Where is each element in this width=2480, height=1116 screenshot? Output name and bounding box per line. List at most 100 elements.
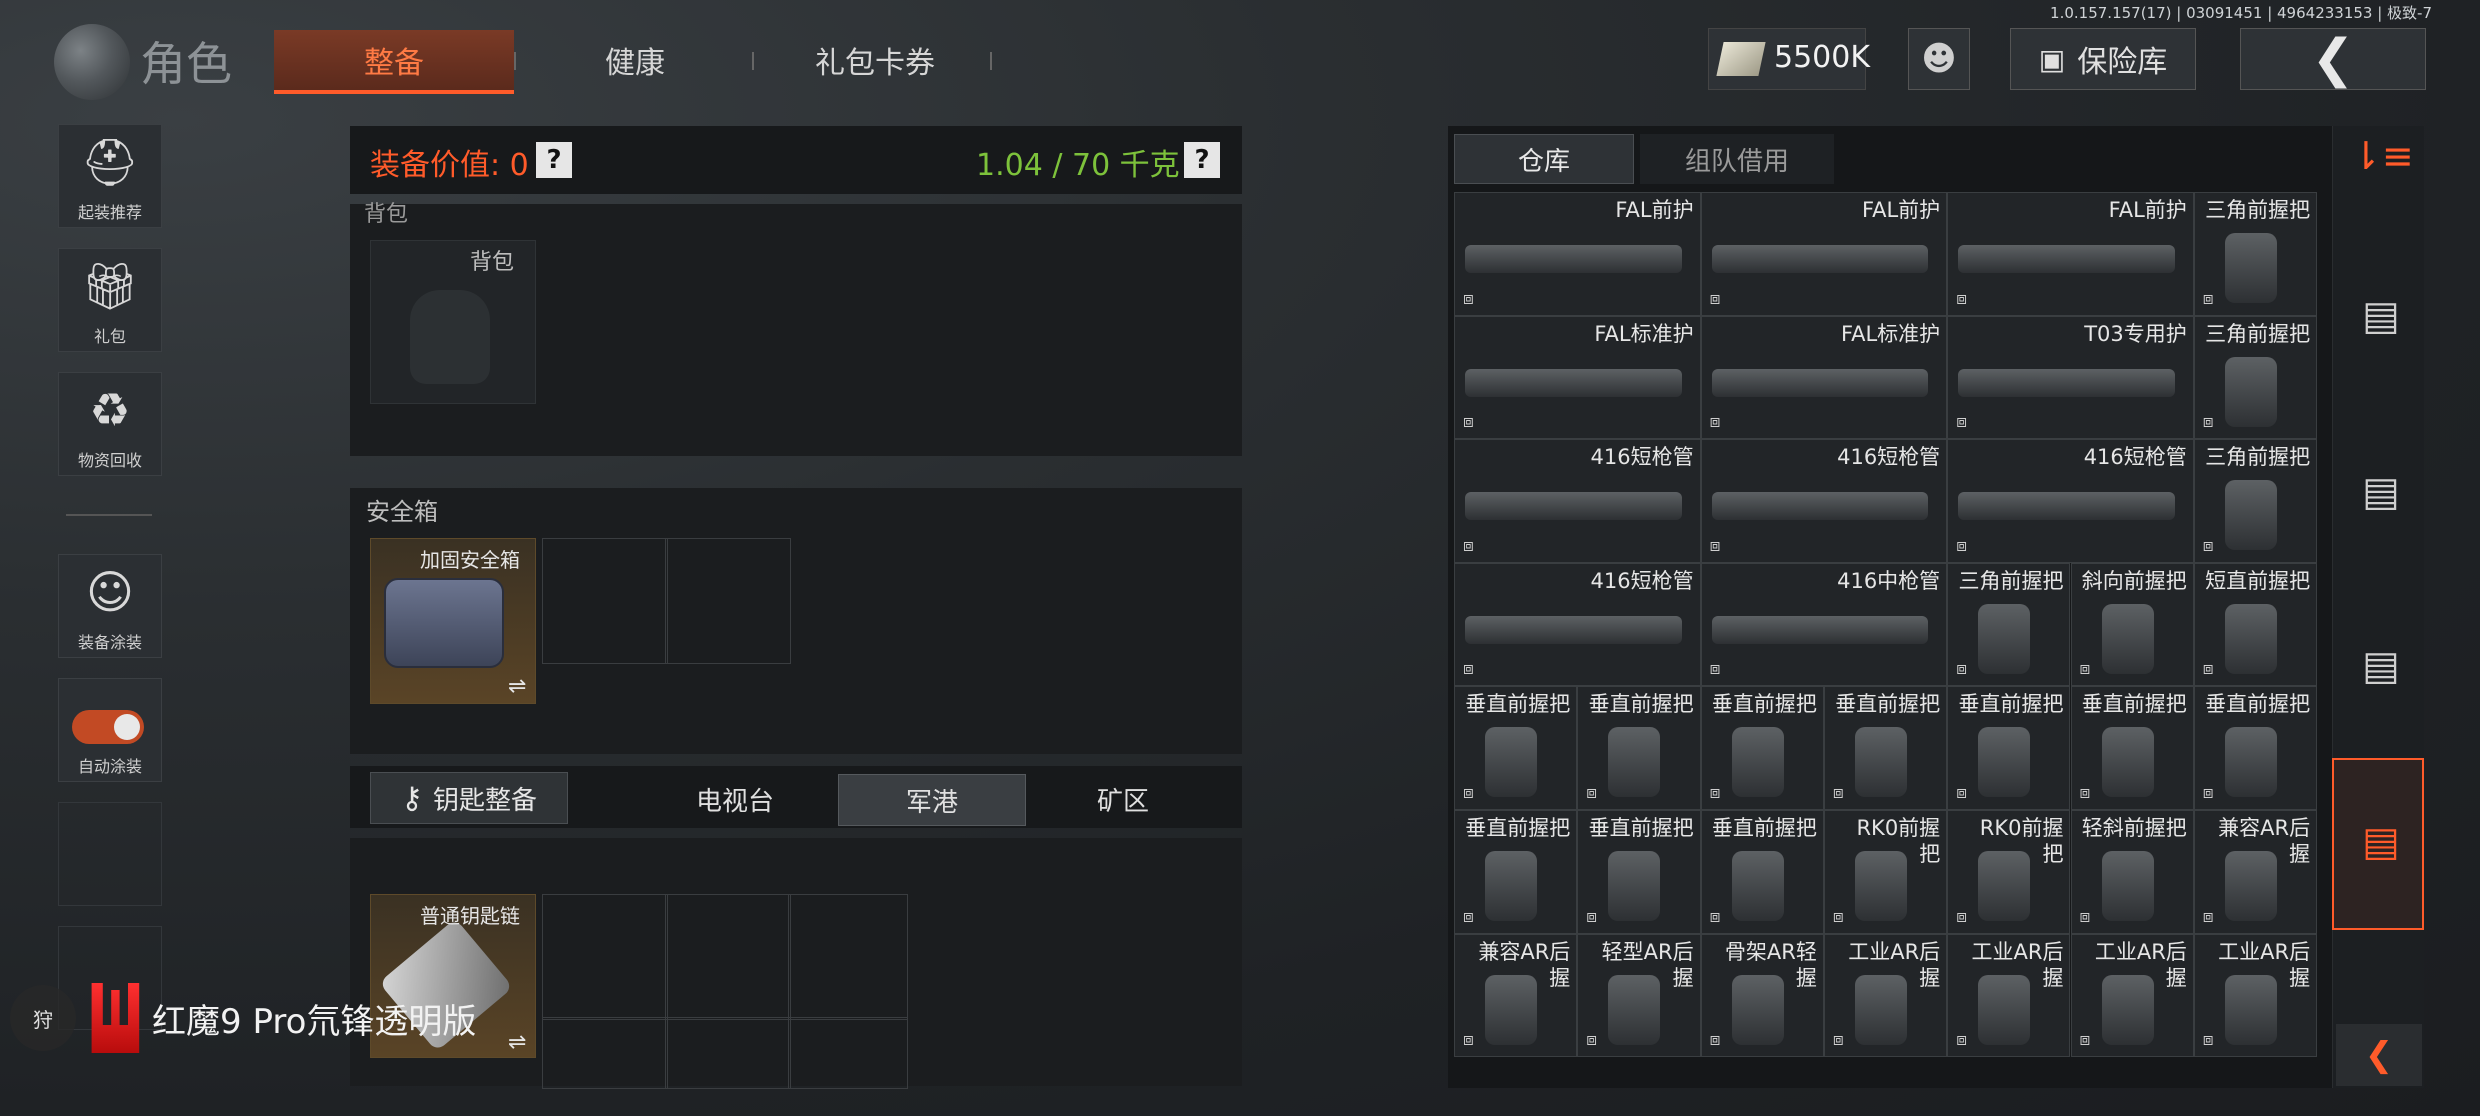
tab-team-borrow[interactable]: 组队借用 (1640, 134, 1834, 184)
rail-storage-1[interactable]: ▤ (2338, 232, 2424, 400)
item-box-icon: ⧈ (2202, 782, 2214, 803)
item-box-icon: ⧈ (1709, 659, 1721, 680)
item-name: T03专用护 (2084, 321, 2187, 346)
sidebar-item-gift[interactable]: 🎁︎ 礼包 (58, 248, 162, 352)
warehouse-item[interactable]: 垂直前握把 ⧈ (2070, 686, 2194, 810)
warehouse-item[interactable]: 416短枪管 ⧈ (1700, 439, 1948, 563)
warehouse-item[interactable]: 短直前握把 ⧈ (2193, 562, 2318, 687)
sidebar-empty-slot (58, 802, 162, 906)
tab-gift-coupons[interactable]: 礼包卡券 (760, 30, 990, 90)
help-icon[interactable]: ? (536, 142, 572, 178)
item-name: FAL前护 (1861, 198, 1941, 222)
warehouse-item[interactable]: FAL前护 ⧈ (1700, 192, 1948, 316)
swap-icon[interactable]: ⇌ (508, 674, 526, 699)
warehouse-item[interactable]: 兼容AR后 握 ⧈ (2193, 810, 2318, 934)
agent-button[interactable]: ☻ (1908, 28, 1970, 90)
warehouse-item[interactable]: 三角前握把 ⧈ (2193, 439, 2318, 563)
grid-cell[interactable] (542, 538, 668, 664)
item-box-icon: ⧈ (1463, 1030, 1474, 1051)
help-icon[interactable]: ? (1184, 142, 1220, 178)
warehouse-item[interactable]: 垂直前握把 ⧈ (1577, 686, 1701, 810)
rail-storage-4[interactable]: ▤ (2338, 758, 2424, 926)
tab-equipment[interactable]: 整备 (274, 30, 514, 94)
warehouse-item[interactable]: FAL标准护 ⧈ (1700, 315, 1948, 440)
back-button[interactable]: ❮ (2240, 28, 2426, 90)
rail-storage-3[interactable]: ▤ (2338, 582, 2424, 750)
warehouse-item[interactable]: FAL前护 ⧈ (1454, 192, 1701, 316)
item-box-icon: ⧈ (1463, 535, 1474, 556)
warehouse-item[interactable]: FAL标准护 ⧈ (1454, 315, 1701, 440)
warehouse-item[interactable]: 垂直前握把 ⧈ (2193, 686, 2318, 810)
item-box-icon: ⧈ (1956, 782, 1967, 803)
sidebar-item-equipment-paint[interactable]: ☺ 装备涂装 (58, 554, 162, 658)
tab-storage[interactable]: 仓库 (1454, 134, 1634, 184)
warehouse-item[interactable]: 轻型AR后 握 ⧈ (1577, 933, 1701, 1058)
warehouse-item[interactable]: 三角前握把 ⧈ (1947, 562, 2071, 687)
warehouse-item[interactable]: 工业AR后 握 ⧈ (1823, 933, 1948, 1058)
grid-cell[interactable] (665, 538, 791, 664)
grid-cell[interactable] (665, 894, 791, 1020)
warehouse-item[interactable]: RK0前握 把 ⧈ (1823, 810, 1948, 934)
warehouse-item[interactable]: T03专用护 ⧈ (1947, 315, 2194, 440)
item-box-icon: ⧈ (1956, 535, 1967, 556)
warehouse-item[interactable]: 416短枪管 ⧈ (1947, 439, 2194, 563)
item-name: 三角前握把 (1958, 568, 2064, 593)
warehouse-item[interactable]: FAL前护 ⧈ (1947, 192, 2194, 316)
crate-icon: ▤ (2362, 819, 2400, 865)
warehouse-item[interactable]: 轻斜前握把 ⧈ (2070, 810, 2194, 934)
grid-cell[interactable] (665, 1017, 791, 1089)
warehouse-item[interactable]: 垂直前握把 ⧈ (1947, 686, 2071, 810)
sidebar-item-loadout-recommend[interactable]: ⛑ 起装推荐 (58, 124, 162, 228)
key-loadout-label: 钥匙整备 (432, 785, 537, 816)
item-box-icon: ⧈ (1709, 1030, 1721, 1051)
sidebar-item-label: 自动涂装 (77, 757, 142, 776)
warehouse-item[interactable]: 垂直前握把 ⧈ (1700, 810, 1824, 934)
grid-cell[interactable] (542, 1017, 668, 1089)
collapse-button[interactable]: ❮ (2336, 1024, 2422, 1086)
warehouse-item[interactable]: 416中枪管 ⧈ (1700, 562, 1948, 687)
section-title: 安全箱 (366, 498, 438, 526)
warehouse-item[interactable]: 工业AR后 握 ⧈ (2193, 933, 2318, 1058)
item-image (1731, 851, 1784, 921)
grid-cell[interactable] (788, 894, 908, 1020)
warehouse-item[interactable]: 骨架AR轻 握 ⧈ (1700, 933, 1824, 1058)
item-image (1958, 368, 2175, 397)
vault-button[interactable]: ▣ 保险库 (2010, 28, 2196, 90)
warehouse-item[interactable]: 兼容AR后 握 ⧈ (1454, 933, 1578, 1058)
tab-health[interactable]: 健康 (520, 30, 750, 90)
grid-cell[interactable] (788, 1017, 908, 1089)
cash-icon (1716, 42, 1766, 76)
warehouse-item[interactable]: 垂直前握把 ⧈ (1823, 686, 1948, 810)
grid-cell[interactable] (542, 894, 668, 1020)
item-image (1465, 368, 1682, 397)
warehouse-item[interactable]: 垂直前握把 ⧈ (1454, 686, 1578, 810)
rail-storage-2[interactable]: ▤ (2338, 408, 2424, 576)
warehouse-item[interactable]: 垂直前握把 ⧈ (1577, 810, 1701, 934)
warehouse-item[interactable]: 三角前握把 ⧈ (2193, 192, 2318, 316)
chevron-left-icon: ❮ (2364, 1035, 2394, 1075)
item-box-icon: ⧈ (1709, 535, 1721, 556)
sort-icon[interactable]: ⇂≡ (2350, 134, 2414, 178)
warehouse-item[interactable]: 416短枪管 ⧈ (1454, 439, 1701, 563)
item-name: 416短枪管 (1590, 445, 1694, 470)
tab-divider (752, 52, 754, 70)
warehouse-item[interactable]: 斜向前握把 ⧈ (2070, 562, 2194, 687)
warehouse-item[interactable]: RK0前握 把 ⧈ (1947, 810, 2071, 934)
item-image (1978, 603, 2031, 674)
item-name: 三角前握把 (2205, 445, 2311, 470)
warehouse-item[interactable]: 工业AR后 握 ⧈ (2070, 933, 2194, 1058)
sidebar-item-recycle[interactable]: ♻ 物资回收 (58, 372, 162, 476)
swap-icon[interactable]: ⇌ (508, 1030, 526, 1055)
item-image (2224, 356, 2277, 427)
map-tab-mining[interactable]: 矿区 (1030, 774, 1216, 824)
warehouse-item[interactable]: 416短枪管 ⧈ (1454, 562, 1701, 687)
key-loadout-button[interactable]: ⚷ 钥匙整备 (370, 772, 568, 824)
tab-divider (990, 52, 992, 70)
map-tab-tv-station[interactable]: 电视台 (642, 774, 828, 824)
warehouse-item[interactable]: 三角前握把 ⧈ (2193, 315, 2318, 440)
warehouse-item[interactable]: 垂直前握把 ⧈ (1700, 686, 1824, 810)
item-name: 垂直前握把 (1588, 816, 1694, 840)
warehouse-item[interactable]: 工业AR后 握 ⧈ (1947, 933, 2071, 1058)
map-tab-naval-port[interactable]: 军港 (838, 774, 1026, 826)
warehouse-item[interactable]: 垂直前握把 ⧈ (1454, 810, 1578, 934)
